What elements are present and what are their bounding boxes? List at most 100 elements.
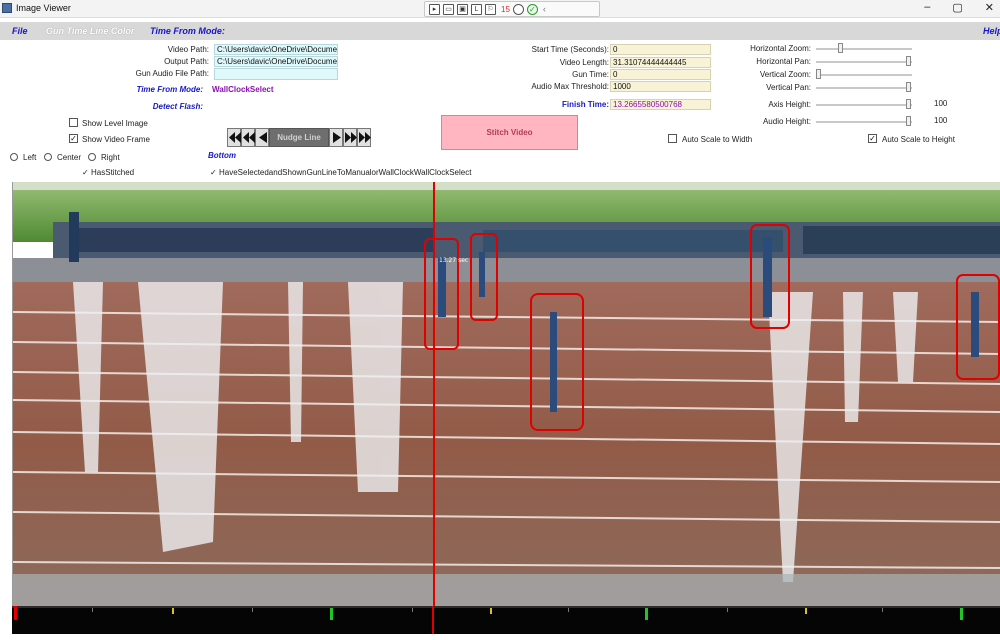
have-selected-label: HaveSelectedandShownGunLineToManualorWal… [219,168,472,177]
audio-height-value: 100 [934,116,948,125]
align-right-label: Right [101,153,120,162]
axis-height-label: Axis Height: [768,100,811,109]
time-from-mode-label: Time From Mode: [136,85,203,94]
show-level-image-checkbox[interactable] [69,118,78,127]
vertical-pan-label: Vertical Pan: [766,83,811,92]
gun-audio-path-field[interactable] [214,68,338,80]
horizontal-pan-label: Horizontal Pan: [756,57,811,66]
horizontal-zoom-thumb[interactable] [838,43,843,53]
align-center-label: Center [57,153,82,162]
skip-start-button[interactable] [227,128,241,147]
chevron-left-icon[interactable]: ‹ [543,4,546,14]
finish-time-field[interactable]: 13.2665580500768 [610,99,711,110]
align-right-radio[interactable] [88,153,96,161]
fast-forward-icon [345,132,357,143]
step-forward-button[interactable] [329,128,343,147]
vertical-pan-thumb[interactable] [906,82,911,92]
has-stitched-label: HasStitched [91,168,135,177]
axis-height-value: 100 [934,99,948,108]
bottom-label: Bottom [208,151,236,160]
check-icon[interactable]: ✓ [526,3,538,15]
output-path-label: Output Path: [164,57,209,66]
nudge-line-button[interactable]: Nudge Line [269,128,329,147]
gun-audio-path-label: Gun Audio File Path: [135,69,209,78]
rewind-button[interactable] [241,128,255,147]
video-path-label: Video Path: [167,45,209,54]
menu-gun-time-line-color[interactable]: Gun Time Line Color [46,26,134,36]
time-marker-label: 13.27 sec [439,257,468,264]
pin-tool-icon[interactable]: ⚐ [485,3,496,15]
align-center-radio[interactable] [44,153,52,161]
auto-scale-width-checkbox[interactable] [668,134,677,143]
video-length-label: Video Length: [559,58,609,67]
vertical-zoom-thumb[interactable] [816,69,821,79]
finish-time-label: Finish Time: [562,100,609,109]
close-button[interactable]: ✕ [985,1,994,14]
gun-time-label: Gun Time: [572,70,609,79]
target-icon[interactable] [512,3,524,15]
timeline-ticks [12,606,1000,634]
have-selected-check[interactable]: ✓ [210,168,217,177]
rewind-icon [243,132,255,143]
stitched-image-panel[interactable]: 13.27 sec [12,182,1000,634]
axis-height-thumb[interactable] [906,99,911,109]
skip-start-icon [229,132,241,143]
stitch-video-button[interactable]: Stitch Video [441,115,578,150]
audio-max-threshold-field[interactable]: 1000 [610,81,711,92]
step-forward-icon [333,132,341,143]
auto-scale-width-label: Auto Scale to Width [682,135,753,144]
vertical-zoom-label: Vertical Zoom: [759,70,811,79]
show-level-image-label: Show Level Image [82,119,148,128]
monitor-tool-icon[interactable]: ▣ [457,3,468,15]
align-left-radio[interactable] [10,153,18,161]
menu-file[interactable]: File [12,26,28,36]
audio-height-thumb[interactable] [906,116,911,126]
menu-time-from-mode[interactable]: Time From Mode: [150,26,225,36]
horizontal-zoom-label: Horizontal Zoom: [750,44,811,53]
window-tool-icon[interactable]: ▭ [443,3,454,15]
maximize-button[interactable]: ▢ [952,1,962,14]
start-time-label: Start Time (Seconds): [531,45,609,54]
auto-scale-height-label: Auto Scale to Height [882,135,955,144]
show-video-frame-checkbox[interactable]: ✓ [69,134,78,143]
minimize-button[interactable]: – [924,1,930,14]
axis-height-slider[interactable] [816,104,912,106]
select-tool-icon[interactable]: ▸ [429,3,440,15]
menu-bar: File Gun Time Line Color Time From Mode:… [0,22,1000,40]
video-length-field[interactable]: 31.31074444444445 [610,57,711,68]
has-stitched-check[interactable]: ✓ [82,168,89,177]
window-controls: – ▢ ✕ [924,1,994,14]
event-count: 15 [501,4,510,14]
floating-toolbar: ▸ ▭ ▣ L ⚐ 15 ✓ ‹ [424,1,600,17]
skip-end-button[interactable] [357,128,371,147]
step-back-icon [259,132,267,143]
vertical-pan-slider[interactable] [816,87,912,89]
horizontal-pan-slider[interactable] [816,61,912,63]
gun-time-field[interactable]: 0 [610,69,711,80]
transport-controls: Nudge Line [227,128,371,147]
align-left-label: Left [23,153,37,162]
step-back-button[interactable] [255,128,269,147]
audio-height-label: Audio Height: [762,117,811,126]
detect-flash-label: Detect Flash: [152,102,203,111]
layout-tool-icon[interactable]: L [471,3,482,15]
photo-finish-image: 13.27 sec [13,182,1000,634]
audio-height-slider[interactable] [816,121,912,123]
fast-forward-button[interactable] [343,128,357,147]
auto-scale-height-checkbox[interactable]: ✓ [868,134,877,143]
video-path-field[interactable]: C:\Users\davic\OneDrive\Documents [214,44,338,55]
app-icon [2,3,12,13]
output-path-field[interactable]: C:\Users\davic\OneDrive\Documents [214,56,338,67]
vertical-zoom-slider[interactable] [816,74,912,76]
audio-timeline[interactable] [12,606,1000,634]
start-time-field[interactable]: 0 [610,44,711,55]
horizontal-zoom-slider[interactable] [816,48,912,50]
title-bar: Image Viewer ▸ ▭ ▣ L ⚐ 15 ✓ ‹ – ▢ ✕ [0,0,1000,18]
menu-help[interactable]: Help [983,26,1000,36]
time-from-mode-value: WallClockSelect [212,85,274,94]
horizontal-pan-thumb[interactable] [906,56,911,66]
skip-end-icon [359,132,371,143]
window-title: Image Viewer [16,3,71,13]
audio-max-threshold-label: Audio Max Threshold: [531,82,609,91]
show-video-frame-label: Show Video Frame [82,135,150,144]
